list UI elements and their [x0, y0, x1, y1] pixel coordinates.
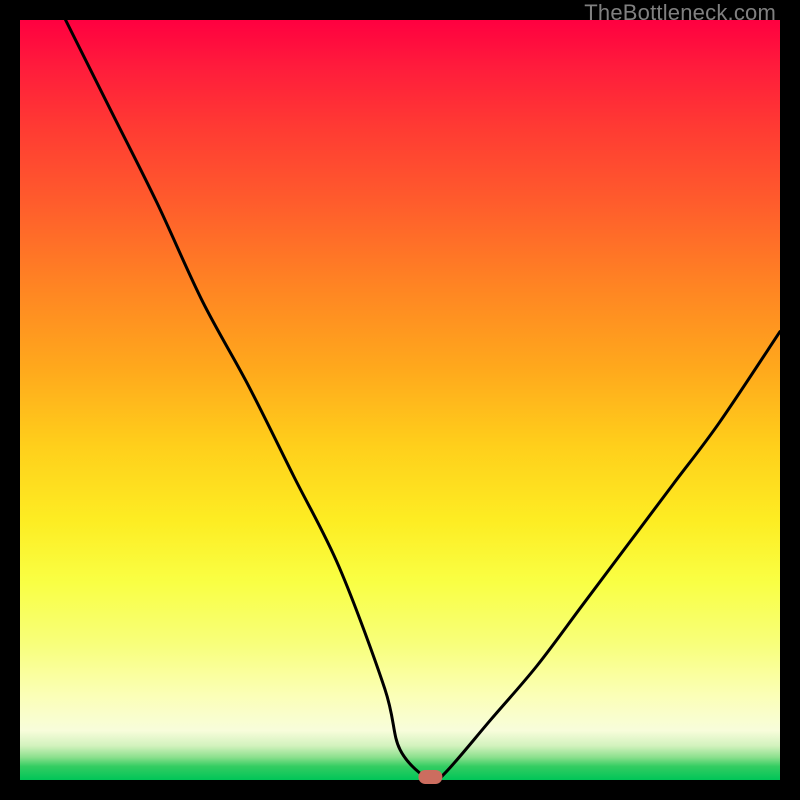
- bottleneck-curve: [20, 20, 780, 780]
- watermark-text: TheBottleneck.com: [584, 0, 776, 26]
- chart-frame: TheBottleneck.com: [0, 0, 800, 800]
- minimum-marker: [418, 770, 442, 784]
- curve-path: [66, 20, 780, 782]
- plot-area: [20, 20, 780, 780]
